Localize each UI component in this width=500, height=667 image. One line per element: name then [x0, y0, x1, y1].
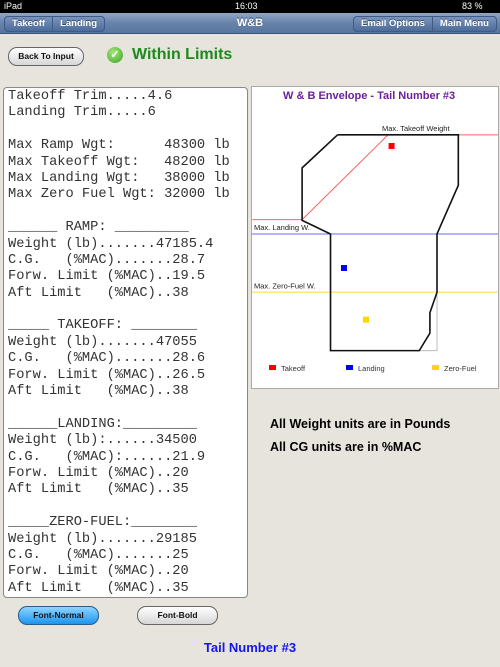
status-bar: iPad 16:03 83 %: [0, 0, 500, 13]
report-line: Forw. Limit (%MAC)..26.5: [8, 367, 206, 383]
device-label: iPad: [4, 1, 23, 11]
report-line: C.G. (%MAC).......28.6: [8, 351, 206, 367]
report-line: Max Takeoff Wgt: 48200 lb: [8, 154, 230, 170]
data-point-takeoff: [388, 142, 395, 149]
legend-swatch: [432, 365, 439, 370]
report-line: [8, 204, 247, 220]
limits-status-text: Within Limits: [132, 46, 233, 63]
main-menu-button[interactable]: Main Menu: [431, 17, 496, 31]
legend-label: Landing: [358, 364, 385, 373]
limit-line-label: Max. Takeoff Weight: [382, 124, 450, 133]
data-point-landing: [341, 265, 347, 271]
report-line: Max Ramp Wgt: 48300 lb: [8, 138, 230, 154]
report-line: Forw. Limit (%MAC)..20: [8, 465, 189, 481]
report-line: Aft Limit (%MAC)..38: [8, 384, 189, 400]
back-to-input-button[interactable]: Back To Input: [8, 47, 84, 66]
report-line: C.G. (%MAC).......25: [8, 547, 189, 563]
report-line: C.G. (%MAC).......28.7: [8, 252, 206, 268]
legend-swatch: [346, 365, 353, 370]
report-line: Weight (lb).......47185.4: [8, 236, 214, 252]
chart-title: W & B Envelope - Tail Number #3: [283, 90, 455, 102]
report-line: [8, 400, 247, 416]
check-icon: ✓: [107, 47, 123, 63]
chart-svg: W & B Envelope - Tail Number #3 Max. Take…: [252, 90, 498, 373]
cg-units-note: All CG units are in %MAC: [270, 440, 422, 454]
takeoff-limit-line: [252, 134, 389, 221]
report-line: [8, 499, 247, 515]
report-line: Weight (lb):......34500: [8, 433, 197, 449]
limit-line-label: Max. Landing W.: [254, 223, 310, 232]
report-line: _____ZERO-FUEL:________: [8, 515, 197, 531]
report-text-panel[interactable]: Takeoff Trim.....4.6 Landing Trim.....6 Ma…: [3, 87, 248, 598]
tail-number-label: Tail Number #3: [203, 640, 297, 655]
limit-line-label: Max. Zero-Fuel W.: [254, 281, 316, 290]
report-line: Aft Limit (%MAC)..38: [8, 285, 189, 301]
report-line: Aft Limit (%MAC)..35: [8, 482, 189, 498]
email-options-button[interactable]: Email Options: [354, 17, 432, 31]
report-line: ______ RAMP: _________: [8, 220, 189, 236]
report-line: Weight (lb).......29185: [8, 531, 197, 547]
nav-bar: Takeoff Landing W&B Email Options Main M…: [0, 13, 500, 34]
report-line: _____ TAKEOFF: ________: [8, 318, 197, 334]
weight-units-note: All Weight units are in Pounds: [270, 417, 451, 431]
report-line: C.G. (%MAC):......21.9: [8, 449, 206, 465]
report-line: Forw. Limit (%MAC)..19.5: [8, 269, 206, 285]
report-line: Max Zero Fuel Wgt: 32000 lb: [8, 187, 230, 203]
report-line: Takeoff Trim.....4.6: [8, 89, 173, 104]
report-line: Aft Limit (%MAC)..35: [8, 580, 189, 596]
report-line: ______LANDING:_________: [8, 416, 197, 432]
report-line: Weight (lb).......47055: [8, 334, 197, 350]
wb-envelope-chart: W & B Envelope - Tail Number #3 Max. Take…: [251, 86, 499, 389]
envelope-outline: [301, 134, 460, 352]
clock: 16:03: [235, 1, 258, 11]
battery: 83 %: [462, 1, 483, 11]
report-line: Forw. Limit (%MAC)..20: [8, 564, 189, 580]
report-line: Landing Trim.....6: [8, 105, 156, 121]
limits-status: ✓ Within Limits: [107, 46, 232, 64]
font-normal-button[interactable]: Font-Normal: [18, 606, 99, 625]
right-nav-segment: Email Options Main Menu: [353, 16, 497, 32]
legend-label: Zero-Fuel: [444, 364, 477, 373]
report-line: Max Landing Wgt: 38000 lb: [8, 170, 230, 186]
data-point-zero-fuel: [363, 316, 370, 323]
font-bold-button[interactable]: Font-Bold: [137, 606, 218, 625]
legend-label: Takeoff: [281, 364, 306, 373]
report-line: [8, 302, 247, 318]
legend-swatch: [269, 365, 276, 370]
report-line: [8, 122, 247, 138]
